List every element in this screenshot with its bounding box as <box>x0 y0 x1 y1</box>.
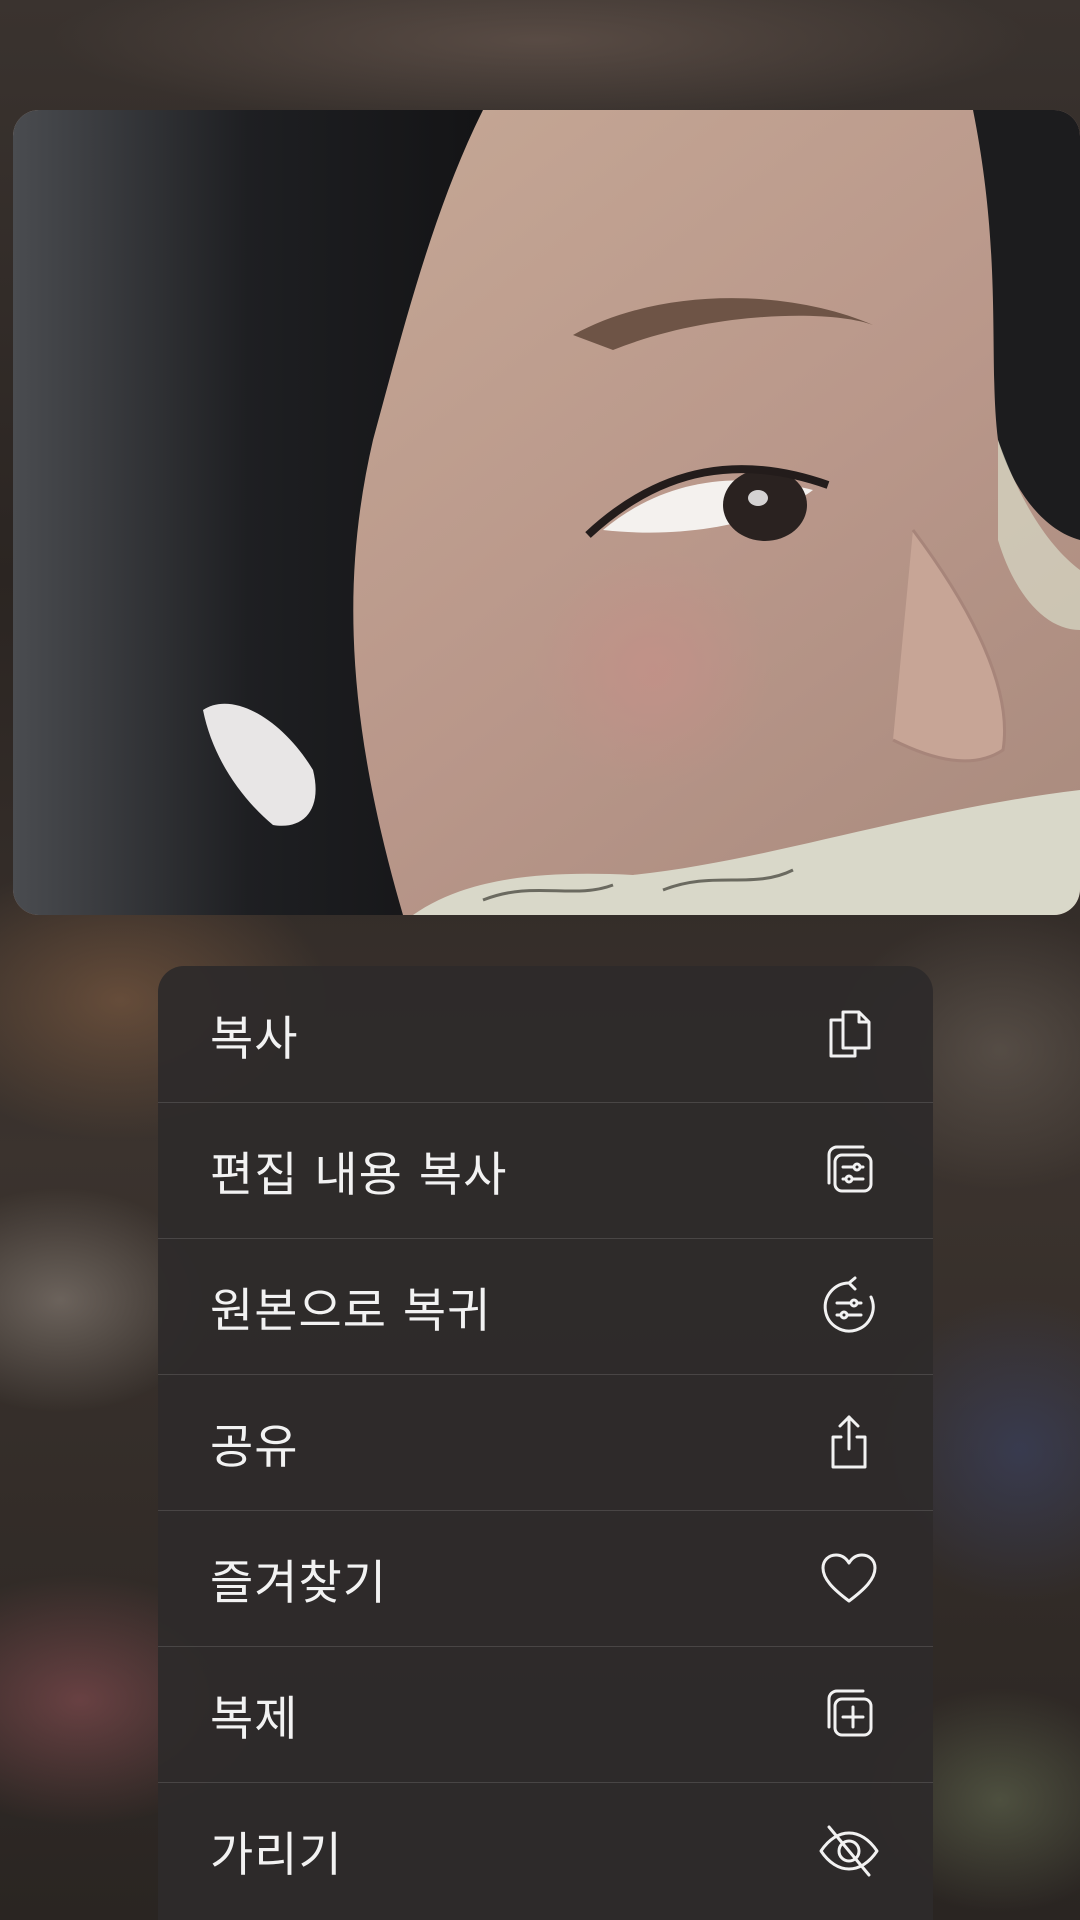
menu-item-label: 복사 <box>210 1011 299 1067</box>
menu-item-label: 즐겨찾기 <box>210 1556 387 1611</box>
menu-item-copy[interactable]: 복사 <box>158 966 933 1102</box>
photo-image <box>13 110 1080 915</box>
share-icon <box>819 1413 879 1473</box>
menu-item-duplicate[interactable]: 복제 <box>158 1646 933 1782</box>
photo-preview[interactable] <box>13 110 1080 915</box>
copy-edits-icon <box>819 1141 879 1201</box>
menu-item-copy-edits[interactable]: 편집 내용 복사 <box>158 1102 933 1238</box>
menu-item-label: 편집 내용 복사 <box>210 1148 508 1203</box>
menu-item-hide[interactable]: 가리기 <box>158 1782 933 1918</box>
menu-item-label: 공유 <box>210 1420 299 1475</box>
heart-icon <box>819 1549 879 1609</box>
menu-item-favorite[interactable]: 즐겨찾기 <box>158 1510 933 1646</box>
copy-icon <box>819 1004 879 1064</box>
hide-eye-slash-icon <box>819 1821 879 1881</box>
context-menu: 복사 편집 내용 복사 원본으로 복귀 공유 즐겨찾기 복제 가리기 <box>158 966 933 1920</box>
menu-item-share[interactable]: 공유 <box>158 1374 933 1510</box>
revert-to-original-icon <box>819 1276 879 1337</box>
menu-item-revert-to-original[interactable]: 원본으로 복귀 <box>158 1238 933 1374</box>
menu-item-label: 복제 <box>210 1692 299 1747</box>
duplicate-icon <box>819 1685 879 1745</box>
menu-item-label: 가리기 <box>210 1828 343 1883</box>
menu-item-label: 원본으로 복귀 <box>210 1284 492 1339</box>
